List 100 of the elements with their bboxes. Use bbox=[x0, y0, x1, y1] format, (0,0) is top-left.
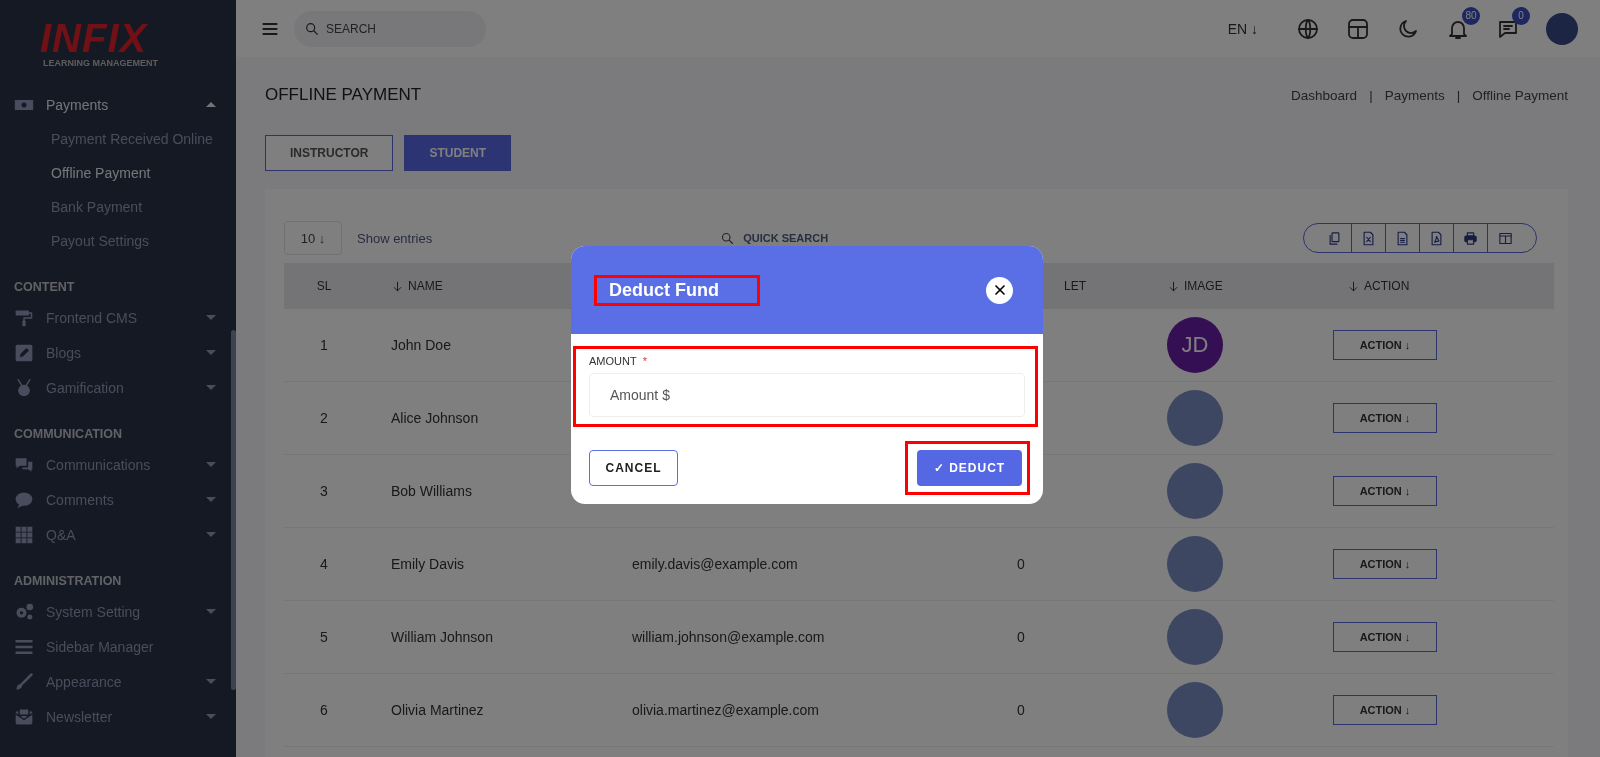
search-field[interactable]: SEARCH bbox=[294, 10, 486, 47]
gears-icon bbox=[14, 601, 34, 622]
table-cell: emily.davis@example.com bbox=[632, 556, 798, 572]
grid-icon bbox=[14, 524, 34, 545]
caret-icon bbox=[206, 679, 216, 684]
column-header: LET bbox=[1064, 279, 1086, 293]
page-title: OFFLINE PAYMENT bbox=[265, 85, 422, 105]
breadcrumb-link[interactable]: Offline Payment bbox=[1472, 87, 1568, 103]
caret-icon bbox=[206, 497, 216, 502]
breadcrumb-separator: | bbox=[1456, 87, 1461, 103]
table-cell: 4 bbox=[320, 556, 328, 572]
column-header: NAME bbox=[408, 279, 443, 293]
required-mark: * bbox=[642, 355, 647, 367]
layout-icon bbox=[1346, 16, 1370, 41]
action-dropdown-button[interactable]: ACTION ↓ bbox=[1333, 476, 1437, 506]
medal-icon bbox=[14, 377, 34, 398]
globe-button[interactable] bbox=[1296, 16, 1320, 41]
arrow-down-icon bbox=[1167, 279, 1180, 293]
edit-icon bbox=[14, 342, 34, 363]
caret-icon bbox=[206, 102, 216, 107]
table-cell: William Johnson bbox=[391, 629, 493, 645]
column-header: ACTION bbox=[1364, 279, 1410, 293]
arrow-down-icon bbox=[1347, 279, 1360, 293]
table-cell: william.johnson@example.com bbox=[632, 629, 825, 645]
submenu-item[interactable]: Payment Received Online bbox=[0, 122, 213, 156]
deduct-button[interactable]: ✓ DEDUCT bbox=[917, 450, 1022, 486]
section-heading: ADMINISTRATION bbox=[13, 573, 122, 590]
sidebar-item[interactable]: Payments bbox=[0, 87, 236, 122]
amount-input[interactable]: Amount $ bbox=[589, 373, 1025, 417]
action-dropdown-button[interactable]: ACTION ↓ bbox=[1333, 330, 1437, 360]
table-cell: 5 bbox=[320, 629, 328, 645]
logo-tagline: LEARNING MANAGEMENT bbox=[43, 58, 158, 68]
action-dropdown-button[interactable]: ACTION ↓ bbox=[1333, 695, 1437, 725]
field-label: AMOUNT bbox=[589, 355, 637, 367]
submenu-item[interactable]: Offline Payment bbox=[0, 156, 151, 190]
table-cell: Bob Williams bbox=[391, 483, 472, 499]
breadcrumb-link[interactable]: Payments bbox=[1384, 87, 1445, 103]
brush-icon bbox=[14, 671, 34, 692]
copy-icon bbox=[1327, 230, 1342, 246]
submenu-item[interactable]: Bank Payment bbox=[0, 190, 143, 224]
caret-icon bbox=[206, 350, 216, 355]
show-entries-label: Show entries bbox=[357, 230, 433, 246]
column-header: SL bbox=[316, 279, 332, 293]
column-header: IMAGE bbox=[1184, 279, 1223, 293]
caret-icon bbox=[206, 315, 216, 320]
logo: INFIX bbox=[40, 18, 148, 58]
submenu-item[interactable]: Payout Settings bbox=[0, 224, 150, 258]
table-cell: 6 bbox=[320, 702, 328, 718]
dialog-title: Deduct Fund bbox=[609, 279, 719, 300]
caret-icon bbox=[206, 385, 216, 390]
table-cell: Alice Johnson bbox=[391, 410, 479, 426]
notification-count: 80 bbox=[1462, 6, 1480, 25]
section-heading: CONTENT bbox=[13, 279, 75, 296]
pdf-file-icon bbox=[1429, 230, 1444, 246]
sidebar-item[interactable]: Newsletter bbox=[0, 699, 236, 734]
tab[interactable]: STUDENT bbox=[404, 135, 512, 171]
layout-button[interactable] bbox=[1346, 16, 1370, 41]
user-avatar[interactable] bbox=[1546, 12, 1578, 45]
document-icon bbox=[1395, 230, 1410, 246]
table-cell: Olivia Martinez bbox=[391, 702, 484, 718]
table-cell: 0 bbox=[1017, 702, 1025, 718]
table-cell: 0 bbox=[1017, 629, 1025, 645]
breadcrumb-link[interactable]: Dashboard bbox=[1291, 87, 1358, 103]
table-cell: 3 bbox=[320, 483, 328, 499]
action-dropdown-button[interactable]: ACTION ↓ bbox=[1333, 549, 1437, 579]
photo-placeholder bbox=[1167, 536, 1223, 592]
table-cell: John Doe bbox=[391, 337, 451, 353]
search-icon bbox=[720, 230, 736, 246]
language-selector[interactable]: EN ↓ bbox=[1221, 19, 1264, 38]
envelope-icon bbox=[14, 706, 34, 727]
caret-icon bbox=[206, 714, 216, 719]
globe-icon bbox=[1296, 16, 1320, 41]
page-size-select[interactable]: 10 ↓ bbox=[284, 221, 342, 255]
tab[interactable]: INSTRUCTOR bbox=[265, 135, 394, 171]
columns-icon bbox=[1497, 230, 1513, 246]
cancel-button[interactable]: CANCEL bbox=[589, 450, 678, 486]
table-cell: 1 bbox=[320, 337, 328, 353]
search-icon bbox=[304, 20, 320, 37]
table-cell: olivia.martinez@example.com bbox=[632, 702, 819, 718]
breadcrumb-separator: | bbox=[1369, 87, 1373, 103]
scrollbar[interactable] bbox=[231, 330, 236, 690]
print-icon bbox=[1463, 230, 1478, 246]
action-dropdown-button[interactable]: ACTION ↓ bbox=[1333, 622, 1437, 652]
photo-placeholder bbox=[1167, 463, 1223, 519]
caret-icon bbox=[206, 532, 216, 537]
caret-icon bbox=[206, 609, 216, 614]
excel-file-icon bbox=[1361, 230, 1376, 246]
quick-search-field[interactable]: QUICK SEARCH bbox=[743, 232, 829, 244]
table-cell: 0 bbox=[1017, 556, 1025, 572]
photo-placeholder bbox=[1167, 390, 1223, 446]
table-cell: 2 bbox=[320, 410, 328, 426]
action-dropdown-button[interactable]: ACTION ↓ bbox=[1333, 403, 1437, 433]
section-heading: COMMUNICATION bbox=[13, 426, 123, 443]
message-count: 0 bbox=[1512, 6, 1530, 25]
table-cell: Emily Davis bbox=[391, 556, 465, 572]
close-button[interactable] bbox=[986, 276, 1013, 304]
arrow-down-icon bbox=[391, 279, 404, 293]
photo-placeholder bbox=[1167, 609, 1223, 665]
photo-placeholder bbox=[1167, 682, 1223, 738]
initials-avatar: JD bbox=[1167, 317, 1223, 373]
